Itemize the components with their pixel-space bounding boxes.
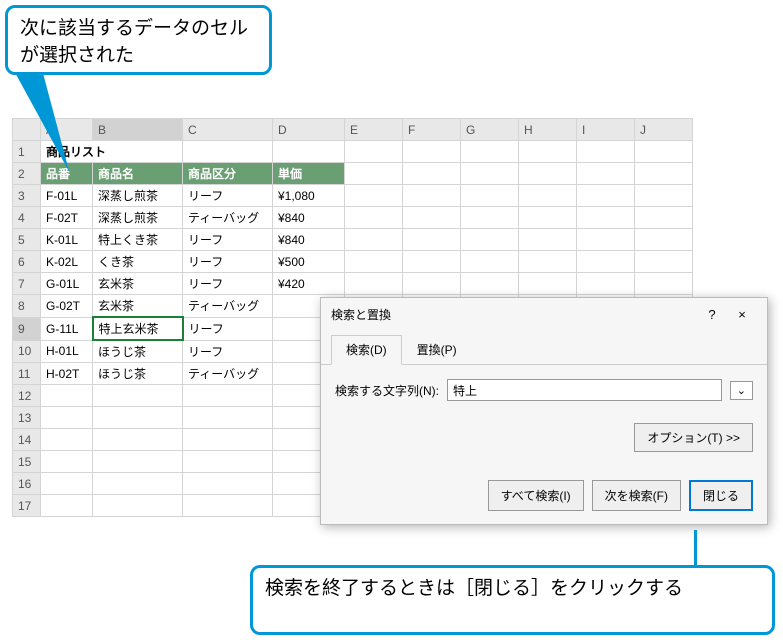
find-dropdown-icon[interactable]: ⌄ — [730, 381, 753, 400]
row-header[interactable]: 17 — [13, 495, 41, 517]
col-header-b[interactable]: B — [93, 119, 183, 141]
cell[interactable]: リーフ — [183, 185, 273, 207]
callout-bottom: 検索を終了するときは［閉じる］をクリックする — [250, 565, 775, 635]
col-header-e[interactable]: E — [345, 119, 403, 141]
close-x-button[interactable]: × — [727, 307, 757, 322]
header-name[interactable]: 商品名 — [93, 163, 183, 185]
col-header-c[interactable]: C — [183, 119, 273, 141]
row-header[interactable]: 6 — [13, 251, 41, 273]
find-next-button[interactable]: 次を検索(F) — [592, 480, 681, 511]
tab-replace[interactable]: 置換(P) — [402, 335, 472, 364]
row-header[interactable]: 15 — [13, 451, 41, 473]
cell[interactable]: 特上くき茶 — [93, 229, 183, 251]
col-header-i[interactable]: I — [577, 119, 635, 141]
col-header-g[interactable]: G — [461, 119, 519, 141]
row-header[interactable]: 9 — [13, 317, 41, 340]
row-header[interactable]: 4 — [13, 207, 41, 229]
dialog-titlebar[interactable]: 検索と置換 ? × — [321, 298, 767, 331]
col-header-d[interactable]: D — [273, 119, 345, 141]
cell[interactable]: G-02T — [41, 295, 93, 318]
cell[interactable]: 玄米茶 — [93, 295, 183, 318]
corner-cell[interactable] — [13, 119, 41, 141]
find-replace-dialog: 検索と置換 ? × 検索(D) 置換(P) 検索する文字列(N): ⌄ オプショ… — [320, 297, 768, 525]
cell[interactable]: ティーバッグ — [183, 363, 273, 385]
cell[interactable]: G-11L — [41, 317, 93, 340]
help-button[interactable]: ? — [697, 307, 727, 322]
cell[interactable]: ¥1,080 — [273, 185, 345, 207]
callout-top-text: 次に該当するデータのセルが選択された — [20, 18, 248, 66]
col-header-j[interactable]: J — [635, 119, 693, 141]
options-button[interactable]: オプション(T) >> — [634, 423, 753, 452]
find-input[interactable] — [447, 379, 722, 401]
cell[interactable]: G-01L — [41, 273, 93, 295]
cell[interactable]: リーフ — [183, 229, 273, 251]
row-header[interactable]: 12 — [13, 385, 41, 407]
col-header-h[interactable]: H — [519, 119, 577, 141]
cell[interactable]: ティーバッグ — [183, 207, 273, 229]
cell[interactable]: H-01L — [41, 340, 93, 363]
cell[interactable]: リーフ — [183, 251, 273, 273]
header-price[interactable]: 単価 — [273, 163, 345, 185]
cell[interactable]: リーフ — [183, 317, 273, 340]
cell[interactable]: ほうじ茶 — [93, 340, 183, 363]
cell[interactable]: リーフ — [183, 273, 273, 295]
cell[interactable]: F-02T — [41, 207, 93, 229]
cell[interactable]: ほうじ茶 — [93, 363, 183, 385]
cell[interactable]: くき茶 — [93, 251, 183, 273]
header-category[interactable]: 商品区分 — [183, 163, 273, 185]
dialog-title-text: 検索と置換 — [331, 306, 391, 323]
callout-bottom-text: 検索を終了するときは［閉じる］をクリックする — [265, 578, 683, 599]
find-all-button[interactable]: すべて検索(I) — [488, 480, 584, 511]
dialog-tabs: 検索(D) 置換(P) — [321, 331, 767, 365]
cell[interactable]: ¥500 — [273, 251, 345, 273]
cell[interactable]: K-01L — [41, 229, 93, 251]
row-header[interactable]: 10 — [13, 340, 41, 363]
callout-top: 次に該当するデータのセルが選択された — [5, 5, 272, 75]
cell[interactable]: 深蒸し煎茶 — [93, 185, 183, 207]
cell[interactable]: 深蒸し煎茶 — [93, 207, 183, 229]
row-header[interactable]: 2 — [13, 163, 41, 185]
cell[interactable]: ¥840 — [273, 229, 345, 251]
col-header-f[interactable]: F — [403, 119, 461, 141]
cell[interactable]: K-02L — [41, 251, 93, 273]
row-header[interactable]: 1 — [13, 141, 41, 163]
cell[interactable]: H-02T — [41, 363, 93, 385]
tab-find[interactable]: 検索(D) — [331, 335, 402, 365]
cell[interactable]: ティーバッグ — [183, 295, 273, 318]
cell[interactable]: ¥420 — [273, 273, 345, 295]
row-header[interactable]: 16 — [13, 473, 41, 495]
cell[interactable]: リーフ — [183, 340, 273, 363]
row-header[interactable]: 8 — [13, 295, 41, 318]
close-button[interactable]: 閉じる — [689, 480, 753, 511]
cell[interactable]: ¥840 — [273, 207, 345, 229]
cell[interactable]: 玄米茶 — [93, 273, 183, 295]
cell[interactable]: F-01L — [41, 185, 93, 207]
find-label: 検索する文字列(N): — [335, 382, 439, 399]
row-header[interactable]: 3 — [13, 185, 41, 207]
row-header[interactable]: 11 — [13, 363, 41, 385]
selected-cell[interactable]: 特上玄米茶 — [93, 317, 183, 340]
row-header[interactable]: 7 — [13, 273, 41, 295]
row-header[interactable]: 14 — [13, 429, 41, 451]
row-header[interactable]: 5 — [13, 229, 41, 251]
row-header[interactable]: 13 — [13, 407, 41, 429]
